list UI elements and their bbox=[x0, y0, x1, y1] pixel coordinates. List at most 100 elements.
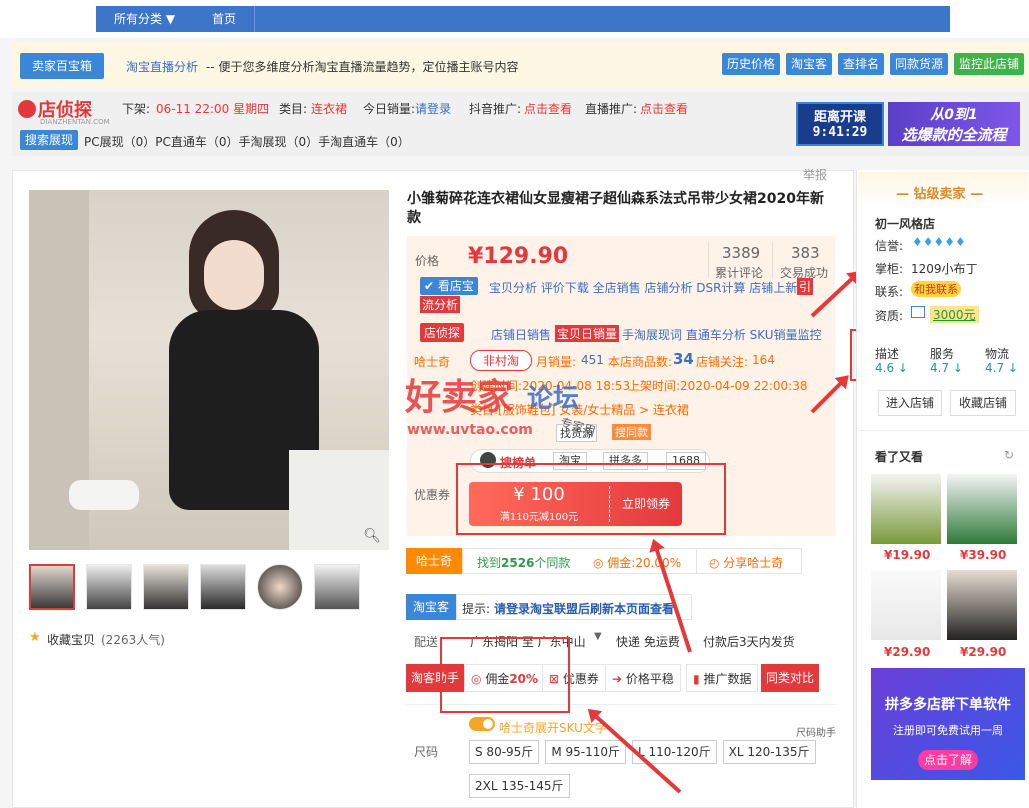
class-countdown-ad[interactable]: 距离开课 9:41:29 bbox=[796, 102, 884, 146]
taobaoke-button[interactable]: 淘宝客 bbox=[786, 53, 833, 75]
live-link[interactable]: 点击查看 bbox=[640, 100, 688, 117]
today-sales-label: 今日销量: bbox=[363, 102, 416, 116]
dianzhentan-links[interactable]: 手淘展现词 直通车分析 SKU销量监控 bbox=[622, 326, 822, 343]
tip-login-link[interactable]: 请登录淘宝联盟后刷新本页面查看 bbox=[494, 600, 674, 617]
dianzhentan-badge[interactable]: 店侦探 bbox=[420, 323, 465, 342]
seller-badge: — 钻级卖家 — bbox=[858, 172, 1028, 208]
recommended-item-image[interactable] bbox=[947, 570, 1017, 640]
size-option[interactable]: M 95-110斤 bbox=[545, 740, 626, 764]
enter-shop-button[interactable]: 进入店铺 bbox=[878, 390, 942, 416]
dianzhentan-logo: 店侦探 DIANZHENTAN.COM bbox=[18, 96, 116, 126]
recommended-item-image[interactable] bbox=[947, 474, 1017, 544]
shop-name[interactable]: 初一风格店 bbox=[875, 215, 935, 232]
tool-name-link[interactable]: 淘宝直播分析 bbox=[126, 58, 198, 75]
tk-price-button[interactable]: ➔ 价格平稳 bbox=[605, 664, 681, 692]
chevron-down-icon[interactable]: ▼ bbox=[594, 631, 602, 642]
fav-item-link[interactable]: 收藏宝贝 bbox=[47, 631, 95, 648]
thumbnail[interactable] bbox=[29, 564, 75, 610]
monitor-shop-button[interactable]: 监控此店铺 bbox=[954, 53, 1025, 75]
douyin-link[interactable]: 点击查看 bbox=[524, 100, 572, 117]
size-helper-link[interactable]: 尺码助手 bbox=[796, 724, 836, 739]
thumbnail[interactable] bbox=[200, 564, 246, 610]
shop-daily-sales-link[interactable]: 店铺日销售 bbox=[491, 326, 551, 343]
store-count-value: 34 bbox=[673, 350, 694, 368]
report-link[interactable]: 举报 bbox=[803, 166, 827, 183]
plugin-toolbar: 卖家百宝箱 淘宝直播分析 -- 便于您多维度分析淘宝直播流量趋势，定位播主账号内… bbox=[12, 42, 1029, 88]
search-show-button[interactable]: 搜索展现 bbox=[20, 130, 79, 150]
price-label: 价格 bbox=[415, 254, 440, 268]
kandianbao-links[interactable]: 宝贝分析 评价下载 全店销售 店铺分析 DSR计算 店铺上新 bbox=[489, 279, 797, 296]
check-rank-button[interactable]: 查排名 bbox=[838, 53, 885, 75]
contact-button[interactable]: 和我联系 bbox=[911, 281, 961, 297]
pdd-software-ad[interactable]: 拼多多店群下单软件 注册即可免费试用一周 点击了解 bbox=[871, 668, 1025, 780]
zero-to-one-ad[interactable]: 从0到1 选爆款的全流程 bbox=[888, 102, 1020, 146]
same-style-button[interactable]: 搜同款 bbox=[612, 424, 651, 440]
listed-time: 上架时间:2020-04-09 22:00:38 bbox=[628, 379, 808, 393]
category-label: 类目: bbox=[279, 102, 308, 116]
size-label: 尺码 bbox=[414, 745, 439, 759]
same-source-button[interactable]: 同款货源 bbox=[890, 53, 949, 75]
keeper-value[interactable]: 1209小布丁 bbox=[911, 260, 978, 277]
monthly-value: 451 bbox=[581, 353, 604, 367]
recommended-item-image[interactable] bbox=[871, 570, 941, 640]
category-link[interactable]: 连衣裙 bbox=[311, 100, 347, 117]
tk-compare-button[interactable]: 同类对比 bbox=[761, 664, 819, 692]
all-categories-menu[interactable]: 所有分类 ▼ bbox=[98, 6, 191, 32]
recommended-price: ¥39.90 bbox=[960, 548, 1007, 562]
price-value: ¥129.90 bbox=[468, 244, 569, 269]
thumbnail[interactable] bbox=[86, 564, 132, 610]
score-label-desc: 描述 bbox=[875, 347, 900, 361]
forum-watermark-suffix: 论坛 bbox=[527, 384, 580, 414]
item-daily-sales-link[interactable]: 宝贝日销量 bbox=[555, 325, 620, 342]
store-count-label: 本店商品数: bbox=[608, 355, 673, 369]
deals-count: 383 bbox=[791, 244, 820, 262]
kandianbao-badge[interactable]: ✔ 看店宝 bbox=[420, 277, 478, 295]
today-sales-login[interactable]: 请登录 bbox=[415, 100, 451, 117]
size-option[interactable]: 2XL 135-145斤 bbox=[469, 774, 570, 798]
home-link[interactable]: 首页 bbox=[196, 6, 252, 32]
top-nav: 所有分类 ▼ 首页 bbox=[0, 0, 1029, 38]
size-option[interactable]: XL 120-135斤 bbox=[722, 740, 816, 764]
taobaoke-tab[interactable]: 淘宝客 bbox=[406, 594, 456, 620]
douyin-label: 抖音推广: bbox=[469, 102, 522, 116]
reviews-count: 3389 bbox=[722, 244, 761, 262]
recommended-item-image[interactable] bbox=[871, 474, 941, 544]
thumbnail[interactable] bbox=[257, 564, 303, 610]
thumbnail[interactable] bbox=[143, 564, 189, 610]
capital-value[interactable]: 3000元 bbox=[930, 306, 979, 323]
tk-promo-button[interactable]: ▮ 推广数据 bbox=[686, 664, 759, 692]
search-show-counts: PC展现（0）PC直通车（0）手淘展现（0）手淘直通车（0） bbox=[84, 135, 410, 149]
store-follow-value: 164 bbox=[752, 353, 775, 367]
fav-shop-button[interactable]: 收藏店铺 bbox=[950, 390, 1016, 416]
traffic-analysis-tail[interactable]: 引 bbox=[797, 278, 814, 295]
refresh-icon[interactable]: ↻ bbox=[1004, 448, 1014, 462]
sku-toggle-switch[interactable] bbox=[469, 717, 495, 731]
live-label: 直播推广: bbox=[585, 102, 638, 116]
seller-toolbox-button[interactable]: 卖家百宝箱 bbox=[20, 53, 105, 79]
watermark-url: www.uvtao.com bbox=[407, 422, 533, 438]
contact-label: 联系: bbox=[875, 285, 904, 299]
traffic-analysis-link[interactable]: 流分析 bbox=[420, 296, 461, 313]
recommended-price: ¥19.90 bbox=[884, 548, 931, 562]
husky-tab[interactable]: 哈士奇 bbox=[406, 548, 462, 574]
keeper-label: 掌柜: bbox=[875, 262, 904, 276]
size-option[interactable]: S 80-95斤 bbox=[469, 740, 540, 764]
tip-prefix: 提示: bbox=[462, 602, 491, 616]
id-card-icon bbox=[911, 306, 925, 318]
fav-count: (2263人气) bbox=[101, 633, 165, 647]
ship-label: 配送 bbox=[414, 635, 439, 649]
ship-fee: 快递 免运费 bbox=[616, 635, 680, 649]
dianzhentan-logo-icon bbox=[18, 100, 36, 118]
offshelf-value: 06-11 22:00 星期四 bbox=[156, 102, 270, 116]
main-product-image[interactable]: 🔍︎ bbox=[29, 190, 389, 550]
forum-watermark: 好卖家 bbox=[405, 377, 514, 418]
star-icon[interactable]: ★ bbox=[29, 630, 41, 645]
capital-label: 资质: bbox=[875, 309, 904, 323]
history-price-button[interactable]: 历史价格 bbox=[722, 53, 781, 75]
share-husky-link[interactable]: ◴ 分享哈士奇 bbox=[709, 554, 783, 571]
husky-commission[interactable]: ◎ 佣金:20.00% bbox=[593, 554, 681, 571]
zoom-icon[interactable]: 🔍︎ bbox=[363, 528, 381, 544]
find-same-link[interactable]: 找到2526个同款 bbox=[477, 554, 570, 571]
learn-more-button[interactable]: 点击了解 bbox=[918, 750, 978, 770]
thumbnail[interactable] bbox=[314, 564, 360, 610]
